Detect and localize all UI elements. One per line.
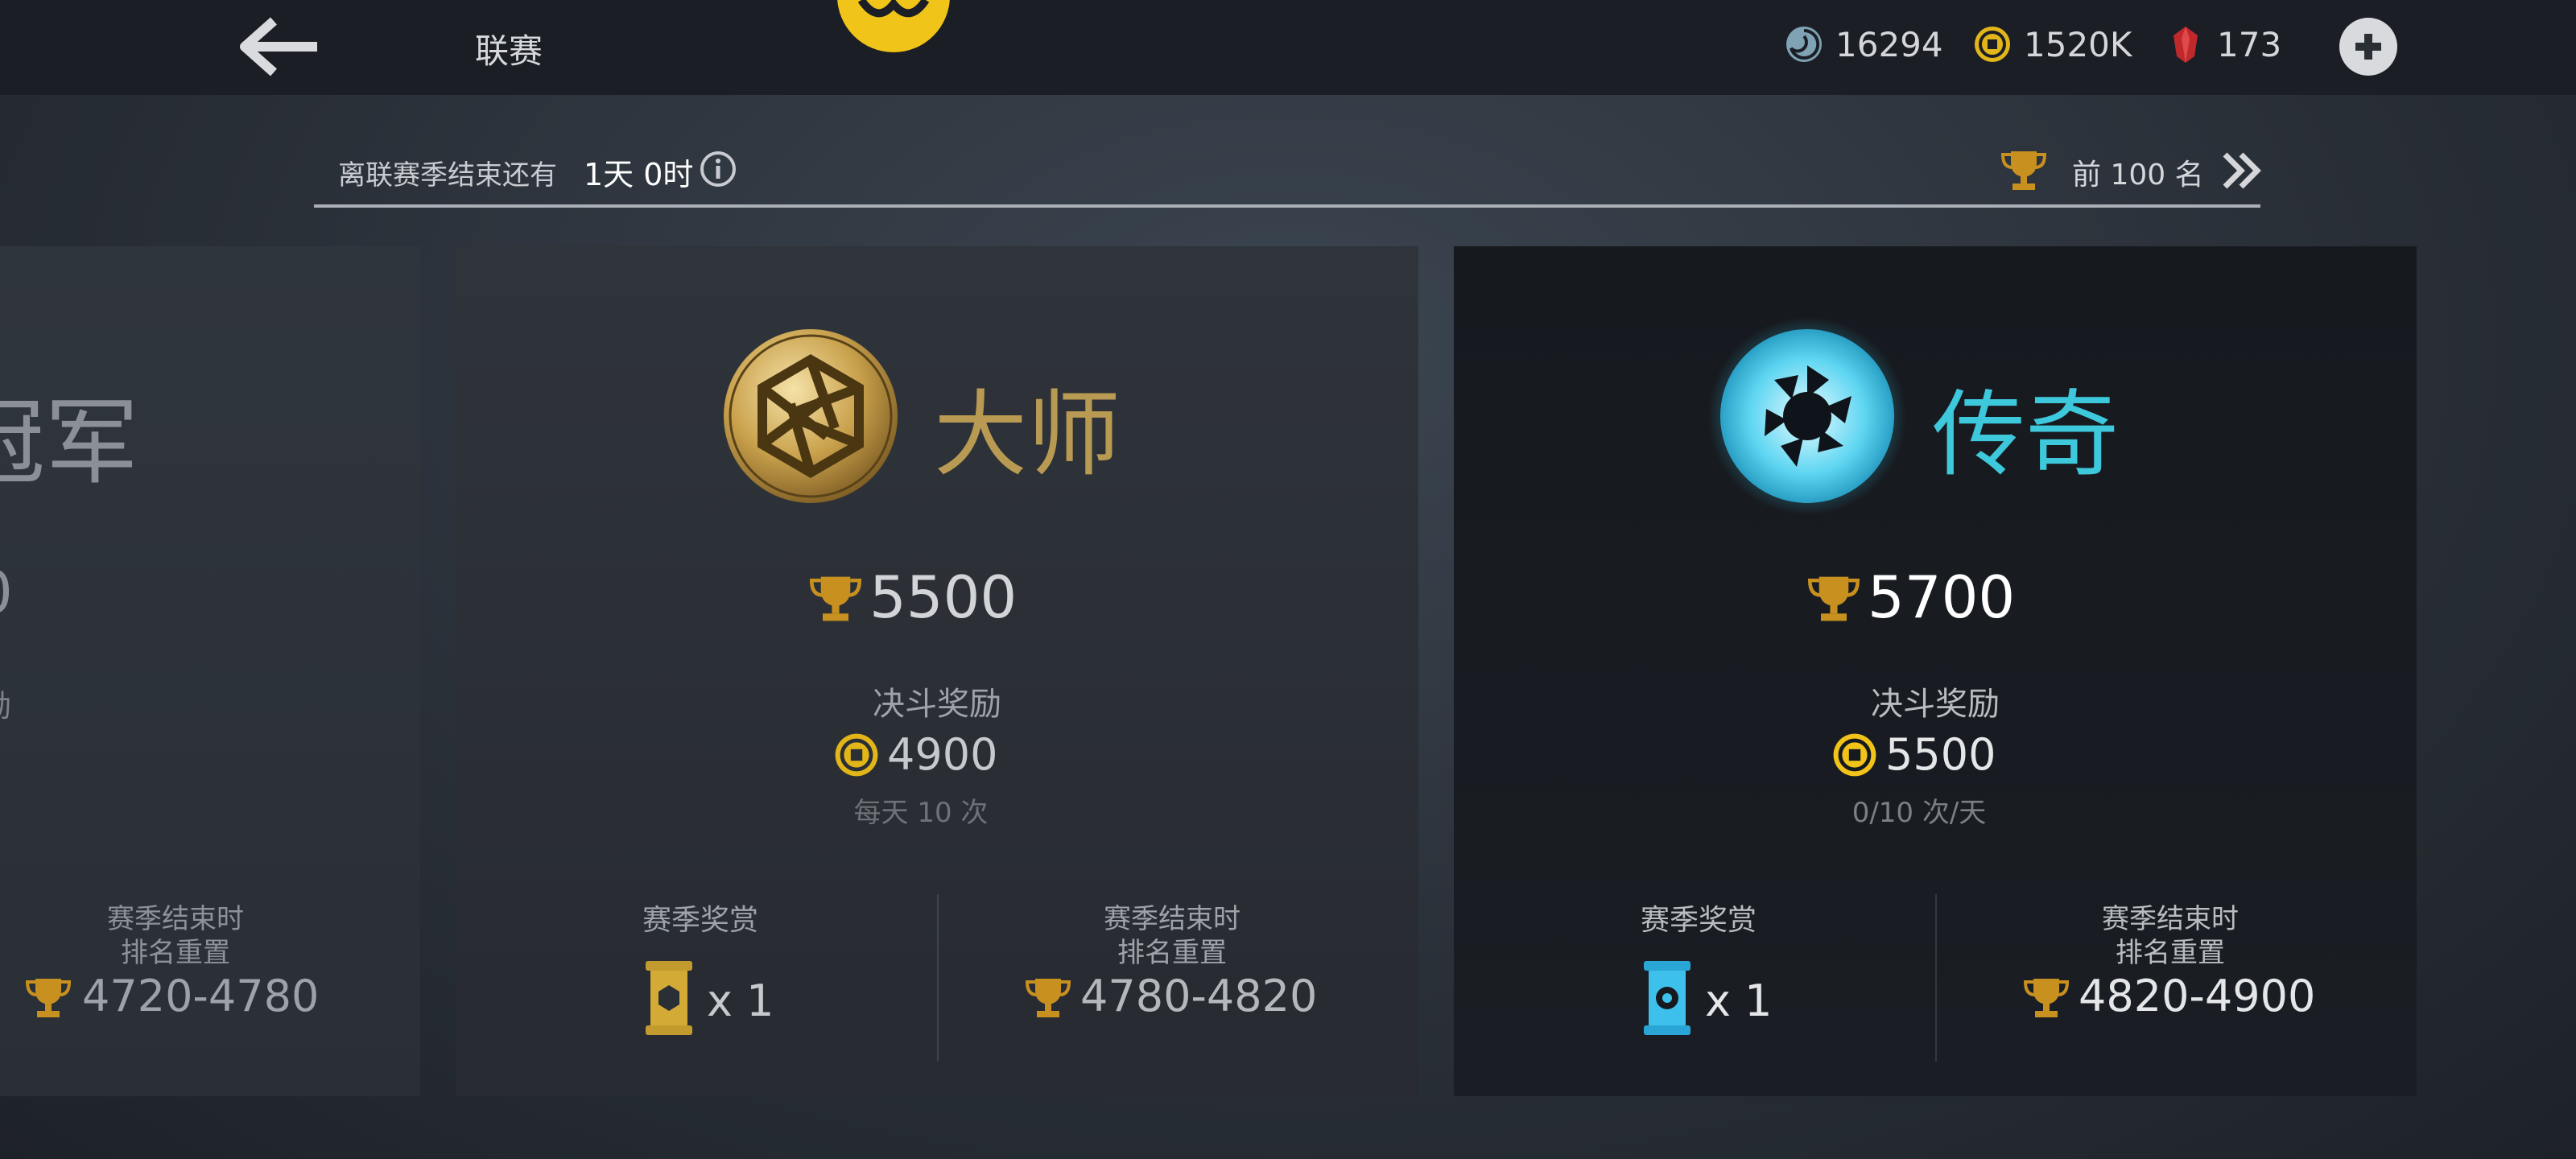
red-gem-icon xyxy=(2174,27,2198,63)
add-currency-button[interactable] xyxy=(2339,18,2397,76)
divider xyxy=(937,894,939,1062)
spiral-token-count: 16294 xyxy=(1835,24,1943,64)
league-card-champion[interactable]: 冠军 0 励 赛季结束时 排名重置 4720-4780 xyxy=(0,246,420,1096)
league-emblem-icon xyxy=(837,0,950,52)
reset-range: 4720-4780 xyxy=(82,971,320,1021)
duel-reward-label: 决斗奖励 xyxy=(1871,686,2000,723)
season-reward-qty: x 1 xyxy=(707,975,774,1026)
reset-label-line2: 排名重置 xyxy=(121,937,230,969)
reset-label-line2: 排名重置 xyxy=(1117,937,1227,969)
page-title: 联赛 xyxy=(475,31,543,71)
top-100-label: 前 100 名 xyxy=(2072,159,2204,192)
gold-coin-count: 1520K xyxy=(2024,24,2132,64)
reset-range: 4780-4820 xyxy=(1080,971,1318,1021)
league-card-master[interactable]: 大师 5500 决斗奖励 4900 每天 10 次 赛季奖赏 x 1 赛季结束时… xyxy=(456,246,1418,1096)
info-icon[interactable] xyxy=(699,150,737,188)
scroll-reward-blue-icon xyxy=(1644,961,1690,1035)
top-bar: 联赛 16294 1520K 173 xyxy=(0,0,2576,95)
season-time-left: 1天 0时 xyxy=(584,157,694,192)
league-name: 传奇 xyxy=(1932,381,2119,489)
trophy-icon xyxy=(809,576,862,621)
legend-badge-icon xyxy=(1708,317,1906,515)
gem-count: 173 xyxy=(2217,24,2282,64)
gold-coin-icon xyxy=(1833,733,1876,777)
gold-coin-icon xyxy=(835,733,878,777)
currency-spiral: 16294 xyxy=(1784,24,1943,64)
back-arrow-icon[interactable] xyxy=(233,14,322,79)
season-end-label: 离联赛季结束还有 xyxy=(338,159,557,192)
league-name: 大师 xyxy=(934,381,1121,489)
trophy-icon xyxy=(1807,576,1860,621)
scroll-reward-gold-icon xyxy=(646,961,692,1035)
spiral-token-icon xyxy=(1786,27,1822,62)
season-reward-label: 赛季奖赏 xyxy=(642,904,759,937)
divider xyxy=(1935,894,1937,1062)
duel-limit: 0/10 次/天 xyxy=(1852,797,1987,829)
league-card-legend[interactable]: 传奇 5700 决斗奖励 5500 0/10 次/天 赛季奖赏 x 1 赛季结束… xyxy=(1454,246,2417,1096)
duel-limit: 每天 10 次 xyxy=(853,797,989,829)
reset-range: 4820-4900 xyxy=(2079,971,2316,1021)
trophy-icon xyxy=(2023,979,2070,1017)
trophy-requirement: 5500 xyxy=(869,563,1018,631)
trophy-requirement: 5700 xyxy=(1868,563,2016,631)
duel-reward-label: 决斗奖励 xyxy=(873,686,1001,723)
season-reward-qty: x 1 xyxy=(1705,975,1773,1026)
duel-reward-value: 5500 xyxy=(1885,729,1996,780)
trophy-icon xyxy=(25,979,72,1017)
reset-label-line2: 排名重置 xyxy=(2116,937,2225,969)
currency-gold: 1520K xyxy=(1972,24,2132,64)
season-reward-label: 赛季奖赏 xyxy=(1640,904,1757,937)
trophy-count-partial: 0 xyxy=(0,559,13,626)
duel-reward-value: 4900 xyxy=(887,729,998,780)
league-name: 冠军 xyxy=(0,389,138,497)
duel-reward-label-partial: 励 xyxy=(0,681,11,725)
season-timer-bar: 离联赛季结束还有 1天 0时 前 100 名 xyxy=(314,137,2261,208)
currency-gem: 173 xyxy=(2165,24,2281,64)
master-badge-icon xyxy=(724,329,898,503)
double-chevron-right-icon[interactable] xyxy=(2219,146,2267,195)
trophy-icon xyxy=(2000,151,2047,190)
gold-coin-icon xyxy=(1975,27,2010,62)
trophy-icon xyxy=(1025,979,1071,1017)
